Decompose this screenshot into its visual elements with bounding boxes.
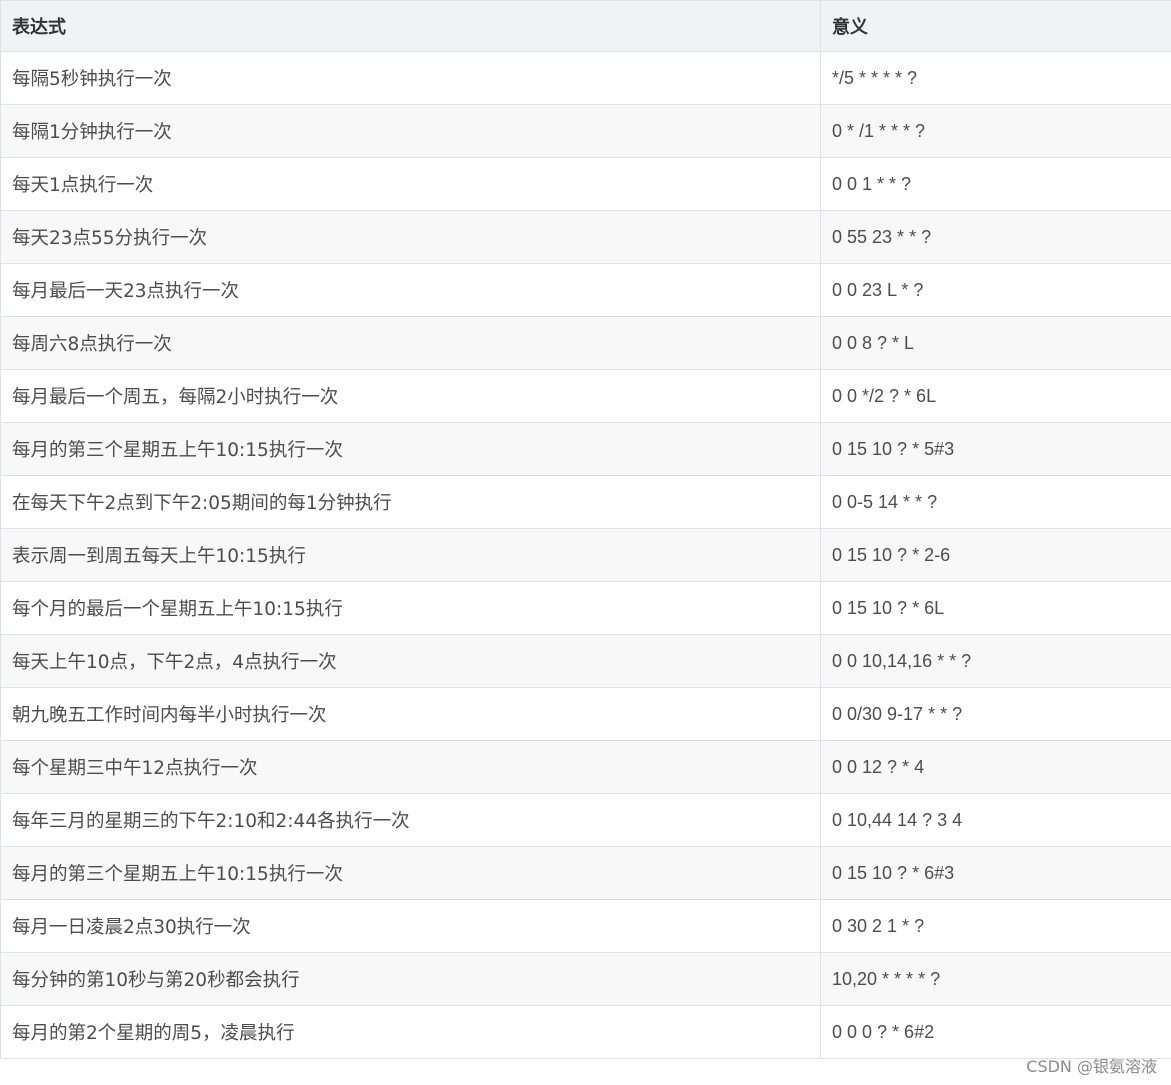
description-cell: 每月最后一个周五，每隔2小时执行一次 xyxy=(0,369,821,423)
table-row: 每周六8点执行一次 0 0 8 ? * L xyxy=(0,316,1171,370)
table-row: 每月最后一天23点执行一次 0 0 23 L * ? xyxy=(0,263,1171,317)
description-cell: 每个星期三中午12点执行一次 xyxy=(0,740,821,794)
watermark: CSDN @银氨溶液 xyxy=(1026,1057,1157,1076)
cron-expression-cell: 0 15 10 ? * 6L xyxy=(820,581,1171,635)
cron-expression-cell: 0 0 12 ? * 4 xyxy=(820,740,1171,794)
cron-expression-cell: 0 * /1 * * * ? xyxy=(820,104,1171,158)
header-expression: 表达式 xyxy=(0,0,821,52)
description-cell: 每分钟的第10秒与第20秒都会执行 xyxy=(0,952,821,1006)
description-cell: 每隔1分钟执行一次 xyxy=(0,104,821,158)
description-cell: 表示周一到周五每天上午10:15执行 xyxy=(0,528,821,582)
cron-expression-cell: */5 * * * * ? xyxy=(820,51,1171,105)
cron-expression-cell: 0 0-5 14 * * ? xyxy=(820,475,1171,529)
cron-expression-cell: 0 30 2 1 * ? xyxy=(820,899,1171,953)
table-row: 每月的第三个星期五上午10:15执行一次 0 15 10 ? * 5#3 xyxy=(0,422,1171,476)
cron-expression-cell: 0 10,44 14 ? 3 4 xyxy=(820,793,1171,847)
description-cell: 每月的第三个星期五上午10:15执行一次 xyxy=(0,422,821,476)
cron-expression-cell: 0 0 1 * * ? xyxy=(820,157,1171,211)
cron-expression-cell: 0 0 0 ? * 6#2 xyxy=(820,1005,1171,1059)
table-row: 每月的第2个星期的周5，凌晨执行 0 0 0 ? * 6#2 xyxy=(0,1005,1171,1059)
description-cell: 每月一日凌晨2点30执行一次 xyxy=(0,899,821,953)
table-row: 每个星期三中午12点执行一次 0 0 12 ? * 4 xyxy=(0,740,1171,794)
description-cell: 每周六8点执行一次 xyxy=(0,316,821,370)
table-row: 每月一日凌晨2点30执行一次 0 30 2 1 * ? xyxy=(0,899,1171,953)
table-row: 每个月的最后一个星期五上午10:15执行 0 15 10 ? * 6L xyxy=(0,581,1171,635)
table-row: 朝九晚五工作时间内每半小时执行一次 0 0/30 9-17 * * ? xyxy=(0,687,1171,741)
cron-expression-cell: 0 0/30 9-17 * * ? xyxy=(820,687,1171,741)
cron-expression-cell: 0 0 23 L * ? xyxy=(820,263,1171,317)
table-row: 每隔5秒钟执行一次 */5 * * * * ? xyxy=(0,51,1171,105)
table-row: 每月的第三个星期五上午10:15执行一次 0 15 10 ? * 6#3 xyxy=(0,846,1171,900)
description-cell: 每天23点55分执行一次 xyxy=(0,210,821,264)
cron-expression-cell: 0 0 */2 ? * 6L xyxy=(820,369,1171,423)
table-row: 每天上午10点，下午2点，4点执行一次 0 0 10,14,16 * * ? xyxy=(0,634,1171,688)
table-row: 每天23点55分执行一次 0 55 23 * * ? xyxy=(0,210,1171,264)
description-cell: 每天上午10点，下午2点，4点执行一次 xyxy=(0,634,821,688)
table-row: 每隔1分钟执行一次 0 * /1 * * * ? xyxy=(0,104,1171,158)
description-cell: 每月的第2个星期的周5，凌晨执行 xyxy=(0,1005,821,1059)
cron-expression-cell: 0 15 10 ? * 5#3 xyxy=(820,422,1171,476)
table-row: 每天1点执行一次 0 0 1 * * ? xyxy=(0,157,1171,211)
cron-expression-cell: 0 55 23 * * ? xyxy=(820,210,1171,264)
description-cell: 在每天下午2点到下午2:05期间的每1分钟执行 xyxy=(0,475,821,529)
table-header: 表达式 意义 xyxy=(0,0,1171,52)
table-row: 每年三月的星期三的下午2:10和2:44各执行一次 0 10,44 14 ? 3 … xyxy=(0,793,1171,847)
description-cell: 每年三月的星期三的下午2:10和2:44各执行一次 xyxy=(0,793,821,847)
description-cell: 每月的第三个星期五上午10:15执行一次 xyxy=(0,846,821,900)
description-cell: 每月最后一天23点执行一次 xyxy=(0,263,821,317)
description-cell: 每天1点执行一次 xyxy=(0,157,821,211)
table-row: 每分钟的第10秒与第20秒都会执行 10,20 * * * * ? xyxy=(0,952,1171,1006)
description-cell: 每个月的最后一个星期五上午10:15执行 xyxy=(0,581,821,635)
cron-expression-cell: 0 15 10 ? * 6#3 xyxy=(820,846,1171,900)
header-row: 表达式 意义 xyxy=(0,0,1171,52)
table-row: 在每天下午2点到下午2:05期间的每1分钟执行 0 0-5 14 * * ? xyxy=(0,475,1171,529)
cron-expression-cell: 0 0 10,14,16 * * ? xyxy=(820,634,1171,688)
table-row: 表示周一到周五每天上午10:15执行 0 15 10 ? * 2-6 xyxy=(0,528,1171,582)
cron-expression-cell: 0 15 10 ? * 2-6 xyxy=(820,528,1171,582)
description-cell: 朝九晚五工作时间内每半小时执行一次 xyxy=(0,687,821,741)
description-cell: 每隔5秒钟执行一次 xyxy=(0,51,821,105)
cron-expression-table: 表达式 意义 每隔5秒钟执行一次 */5 * * * * ? 每隔1分钟执行一次 0 … xyxy=(0,0,1171,1059)
table-row: 每月最后一个周五，每隔2小时执行一次 0 0 */2 ? * 6L xyxy=(0,369,1171,423)
table-body: 每隔5秒钟执行一次 */5 * * * * ? 每隔1分钟执行一次 0 * /1 * … xyxy=(0,51,1171,1059)
cron-expression-cell: 0 0 8 ? * L xyxy=(820,316,1171,370)
cron-expression-cell: 10,20 * * * * ? xyxy=(820,952,1171,1006)
header-meaning: 意义 xyxy=(820,0,1171,52)
